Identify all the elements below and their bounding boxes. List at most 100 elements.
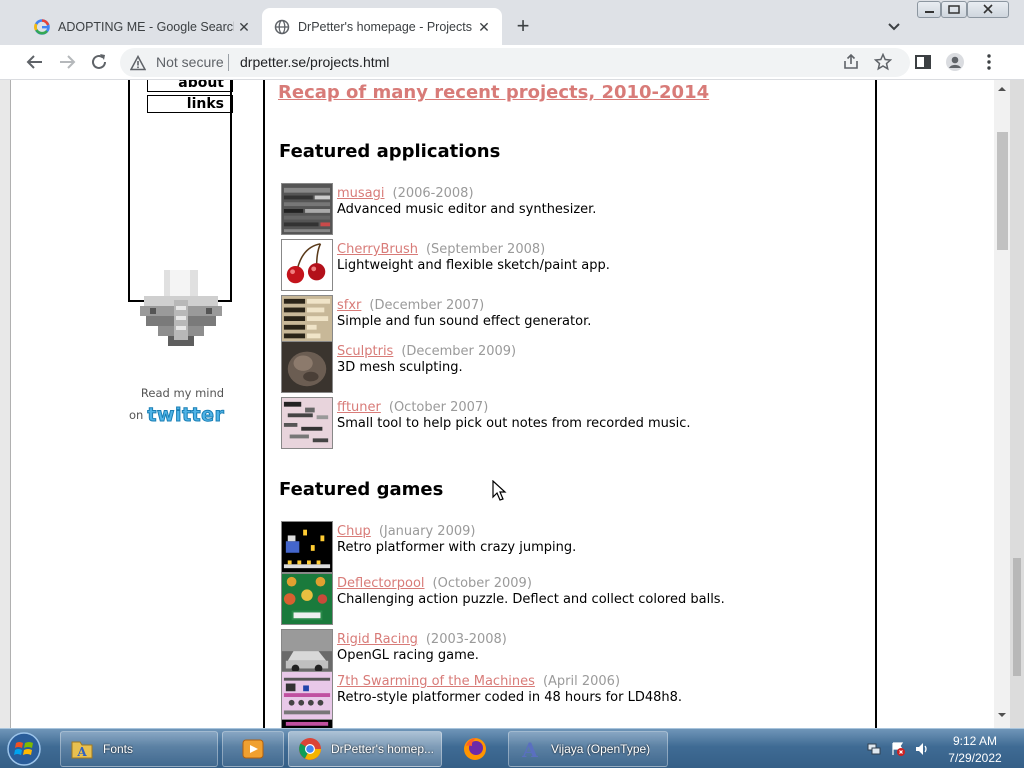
tab-strip: ADOPTING ME - Google Search ✕ DrPetter's… [0,0,1024,45]
profile-avatar-icon[interactable] [944,51,966,73]
sculptris-thumbnail[interactable] [281,341,333,393]
project-item-chup: Chup (January 2009) Retro platformer with… [281,521,861,573]
outer-scrollbar-thumb[interactable] [1013,558,1021,676]
read-my-mind-label: Read my mind [140,386,225,400]
svg-text:A: A [521,738,538,762]
on-label: on [129,408,144,422]
taskbar-item-chrome[interactable]: DrPetter's homep... [288,731,442,767]
network-icon[interactable] [866,741,882,757]
google-icon [34,18,50,35]
project-title: fftuner (October 2007) [337,400,488,415]
taskbar-item-fonts[interactable]: A Fonts [60,731,218,767]
project-date: (January 2009) [378,524,476,539]
scroll-up-arrow-icon[interactable] [997,84,1007,94]
chevron-down-icon[interactable] [884,16,904,36]
7th-swarming-thumbnail[interactable] [281,671,333,723]
project-item-7th-swarming: 7th Swarming of the Machines (April 2006)… [281,671,861,723]
nav-link-links[interactable]: links [147,95,233,113]
svg-text:A: A [76,745,87,759]
project-date: (December 2007) [369,298,485,313]
bookmark-star-icon[interactable] [874,53,892,71]
twitter-logo-link[interactable]: twitter [147,404,225,427]
reload-icon[interactable] [88,51,110,73]
page-vertical-scrollbar[interactable] [994,80,1010,728]
mouse-pointer-icon [492,480,507,501]
taskbar-item-media-player[interactable] [222,731,284,767]
new-tab-button[interactable]: + [510,14,536,40]
taskbar-item-font-viewer[interactable]: A Vijaya (OpenType) [508,731,668,767]
address-bar[interactable]: Not secure drpetter.se/projects.html [120,48,910,77]
tab-drpetter-projects[interactable]: DrPetter's homepage - Projects ✕ [262,8,502,45]
scroll-down-arrow-icon[interactable] [997,710,1007,720]
fftuner-thumbnail[interactable] [281,397,333,449]
cherrybrush-thumbnail[interactable] [281,239,333,291]
forward-arrow-icon[interactable] [56,51,78,73]
musagi-thumbnail[interactable] [281,183,333,235]
window-maximize-button[interactable] [941,1,967,18]
tab-close-icon[interactable]: ✕ [234,17,254,37]
project-date: (September 2008) [425,242,546,257]
project-item-sculptris: Sculptris (December 2009) 3D mesh sculpti… [281,341,861,393]
window-minimize-button[interactable] [917,1,941,18]
chup-thumbnail[interactable] [281,521,333,573]
project-date: (2006-2008) [392,186,474,201]
divider [228,54,229,71]
project-description: Small tool to help pick out notes from r… [337,416,691,431]
scrollbar-thumb[interactable] [997,132,1008,250]
project-date: (April 2006) [542,674,621,689]
project-link[interactable]: musagi [337,186,385,201]
divider [10,80,11,728]
window-close-button[interactable] [967,1,1009,18]
taskbar-label: DrPetter's homep... [331,742,434,756]
section-heading-applications: Featured applications [279,141,501,162]
sfxr-thumbnail[interactable] [281,295,333,347]
side-panel-icon[interactable] [912,51,934,73]
font-viewer-icon: A [521,738,538,762]
project-link[interactable]: CherryBrush [337,242,418,257]
project-date: (October 2007) [388,400,489,415]
project-description: OpenGL racing game. [337,648,479,663]
project-link[interactable]: Chup [337,524,371,539]
project-description: 3D mesh sculpting. [337,360,463,375]
firefox-icon [464,738,486,760]
share-icon[interactable] [842,53,860,71]
project-description: Advanced music editor and synthesizer. [337,202,597,217]
security-status-label[interactable]: Not secure [156,54,224,70]
project-item-deflectorpool: Deflectorpool (October 2009) Challenging … [281,573,861,625]
taskbar-item-firefox[interactable] [446,731,504,767]
clock-date[interactable]: 7/29/2022 [940,751,1010,765]
url-text[interactable]: drpetter.se/projects.html [240,54,389,70]
project-description: Retro platformer with crazy jumping. [337,540,577,555]
project-link[interactable]: Deflectorpool [337,576,425,591]
clock-time[interactable]: 9:12 AM [940,734,1010,748]
back-arrow-icon[interactable] [24,51,46,73]
project-link[interactable]: fftuner [337,400,381,415]
project-link[interactable]: sfxr [337,298,361,313]
project-item-cherrybrush: CherryBrush (September 2008) Lightweight … [281,239,861,291]
page-viewport: about links Read my mind on twitter Reca… [0,80,1024,728]
project-link[interactable]: 7th Swarming of the Machines [337,674,535,689]
project-date: (December 2009) [401,344,517,359]
volume-icon[interactable] [914,741,930,757]
project-title: Rigid Racing (2003-2008) [337,632,507,647]
project-title: CherryBrush (September 2008) [337,242,545,257]
project-title: Chup (January 2009) [337,524,475,539]
project-description: Retro-style platformer coded in 48 hours… [337,690,683,705]
project-date: (October 2009) [432,576,532,591]
project-link[interactable]: Sculptris [337,344,393,359]
project-item-partial [281,719,861,728]
project-thumbnail[interactable] [281,719,333,728]
recap-projects-link[interactable]: Recap of many recent projects, 2010-2014 [278,82,709,103]
tab-close-icon[interactable]: ✕ [474,17,494,37]
tab-label: ADOPTING ME - Google Search [58,19,234,34]
windows-start-icon[interactable] [4,730,44,768]
nav-link-about[interactable]: about [147,80,233,92]
tab-google-search[interactable]: ADOPTING ME - Google Search ✕ [22,8,262,45]
action-center-flag-icon[interactable] [890,741,906,757]
project-link[interactable]: Rigid Racing [337,632,418,647]
deflectorpool-thumbnail[interactable] [281,573,333,625]
project-date: (2003-2008) [425,632,507,647]
project-item-fftuner: fftuner (October 2007) Small tool to help… [281,397,861,449]
warning-info-icon[interactable] [130,55,146,71]
menu-kebab-icon[interactable] [978,51,1000,73]
